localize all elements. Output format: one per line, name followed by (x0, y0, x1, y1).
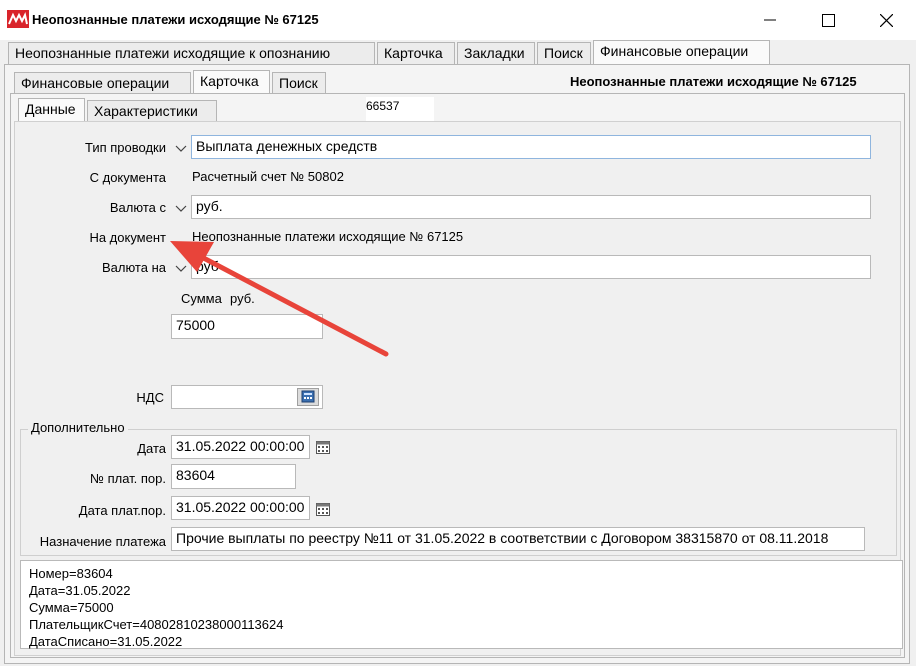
calculator-icon (301, 390, 315, 403)
to-doc-label: На документ (89, 230, 166, 245)
subtab-card[interactable]: Карточка (193, 70, 270, 94)
date-field[interactable]: 31.05.2022 00:00:00 (171, 435, 310, 459)
tab-characteristics[interactable]: Характеристики (87, 100, 217, 122)
amount-field[interactable]: 75000 (171, 314, 323, 339)
currency-from-label: Валюта с (109, 200, 166, 215)
pay-order-label: № плат. пор. (90, 471, 166, 486)
calculator-button[interactable] (297, 388, 319, 406)
subtab-search[interactable]: Поиск (272, 72, 326, 94)
close-icon (879, 13, 893, 27)
currency-from-field[interactable]: руб. (191, 195, 871, 219)
amount-label: Сумма (181, 291, 222, 306)
pay-order-field[interactable]: 83604 (171, 464, 296, 489)
chevron-down-icon[interactable] (174, 261, 188, 275)
close-button[interactable] (861, 4, 911, 36)
purpose-label: Назначение платежа (39, 534, 166, 549)
purpose-field[interactable]: Прочие выплаты по реестру №11 от 31.05.2… (171, 527, 865, 551)
currency-to-label: Валюта на (101, 260, 166, 275)
currency-to-field[interactable]: руб (191, 255, 871, 279)
chevron-down-icon[interactable] (174, 141, 188, 155)
record-id: 66537 (366, 99, 400, 113)
vat-label: НДС (136, 390, 164, 405)
pay-order-date-label: Дата плат.пор. (78, 503, 166, 518)
calendar-icon[interactable] (316, 439, 330, 454)
memo-line: Сумма=75000 (29, 600, 114, 615)
app-logo-icon (7, 10, 29, 28)
tab-financial-operations[interactable]: Финансовые операции (593, 40, 770, 64)
tab-data[interactable]: Данные (18, 98, 85, 122)
title-bar[interactable]: Неопознанные платежи исходящие № 67125 (0, 0, 916, 40)
to-doc-value: Неопознанные платежи исходящие № 67125 (192, 229, 464, 244)
date-label: Дата (137, 441, 166, 456)
card-header-title: Неопознанные платежи исходящие № 67125 (570, 74, 857, 89)
from-doc-label: С документа (89, 170, 166, 185)
minimize-icon (764, 19, 776, 21)
minimize-button[interactable] (745, 4, 795, 36)
record-id-box: 66537 (366, 97, 434, 123)
memo-line: ДатаСписано=31.05.2022 (29, 634, 183, 649)
details-memo[interactable]: Номер=83604 Дата=31.05.2022 Сумма=75000 … (20, 560, 903, 649)
entry-type-label: Тип проводки (84, 140, 166, 155)
maximize-button[interactable] (803, 4, 853, 36)
subtab-financial-operations[interactable]: Финансовые операции (14, 72, 191, 94)
chevron-down-icon[interactable] (174, 201, 188, 215)
pay-order-date-field[interactable]: 31.05.2022 00:00:00 (171, 496, 310, 520)
maximize-icon (821, 13, 835, 27)
memo-line: ПлательщикСчет=40802810238000113624 (29, 617, 284, 632)
memo-line: Номер=83604 (29, 566, 113, 581)
calendar-icon[interactable] (316, 501, 330, 516)
tab-unidentified-payments[interactable]: Неопознанные платежи исходящие к опознан… (8, 42, 375, 64)
amount-currency: руб. (230, 291, 255, 306)
extra-group-label: Дополнительно (28, 420, 128, 435)
tab-card[interactable]: Карточка (377, 42, 455, 64)
entry-type-field[interactable]: Выплата денежных средств (191, 135, 871, 159)
window-title: Неопознанные платежи исходящие № 67125 (32, 12, 319, 27)
memo-line: Дата=31.05.2022 (29, 583, 131, 598)
tab-bookmarks[interactable]: Закладки (457, 42, 535, 64)
from-doc-value: Расчетный счет № 50802 (192, 169, 344, 184)
tab-search[interactable]: Поиск (537, 42, 591, 64)
